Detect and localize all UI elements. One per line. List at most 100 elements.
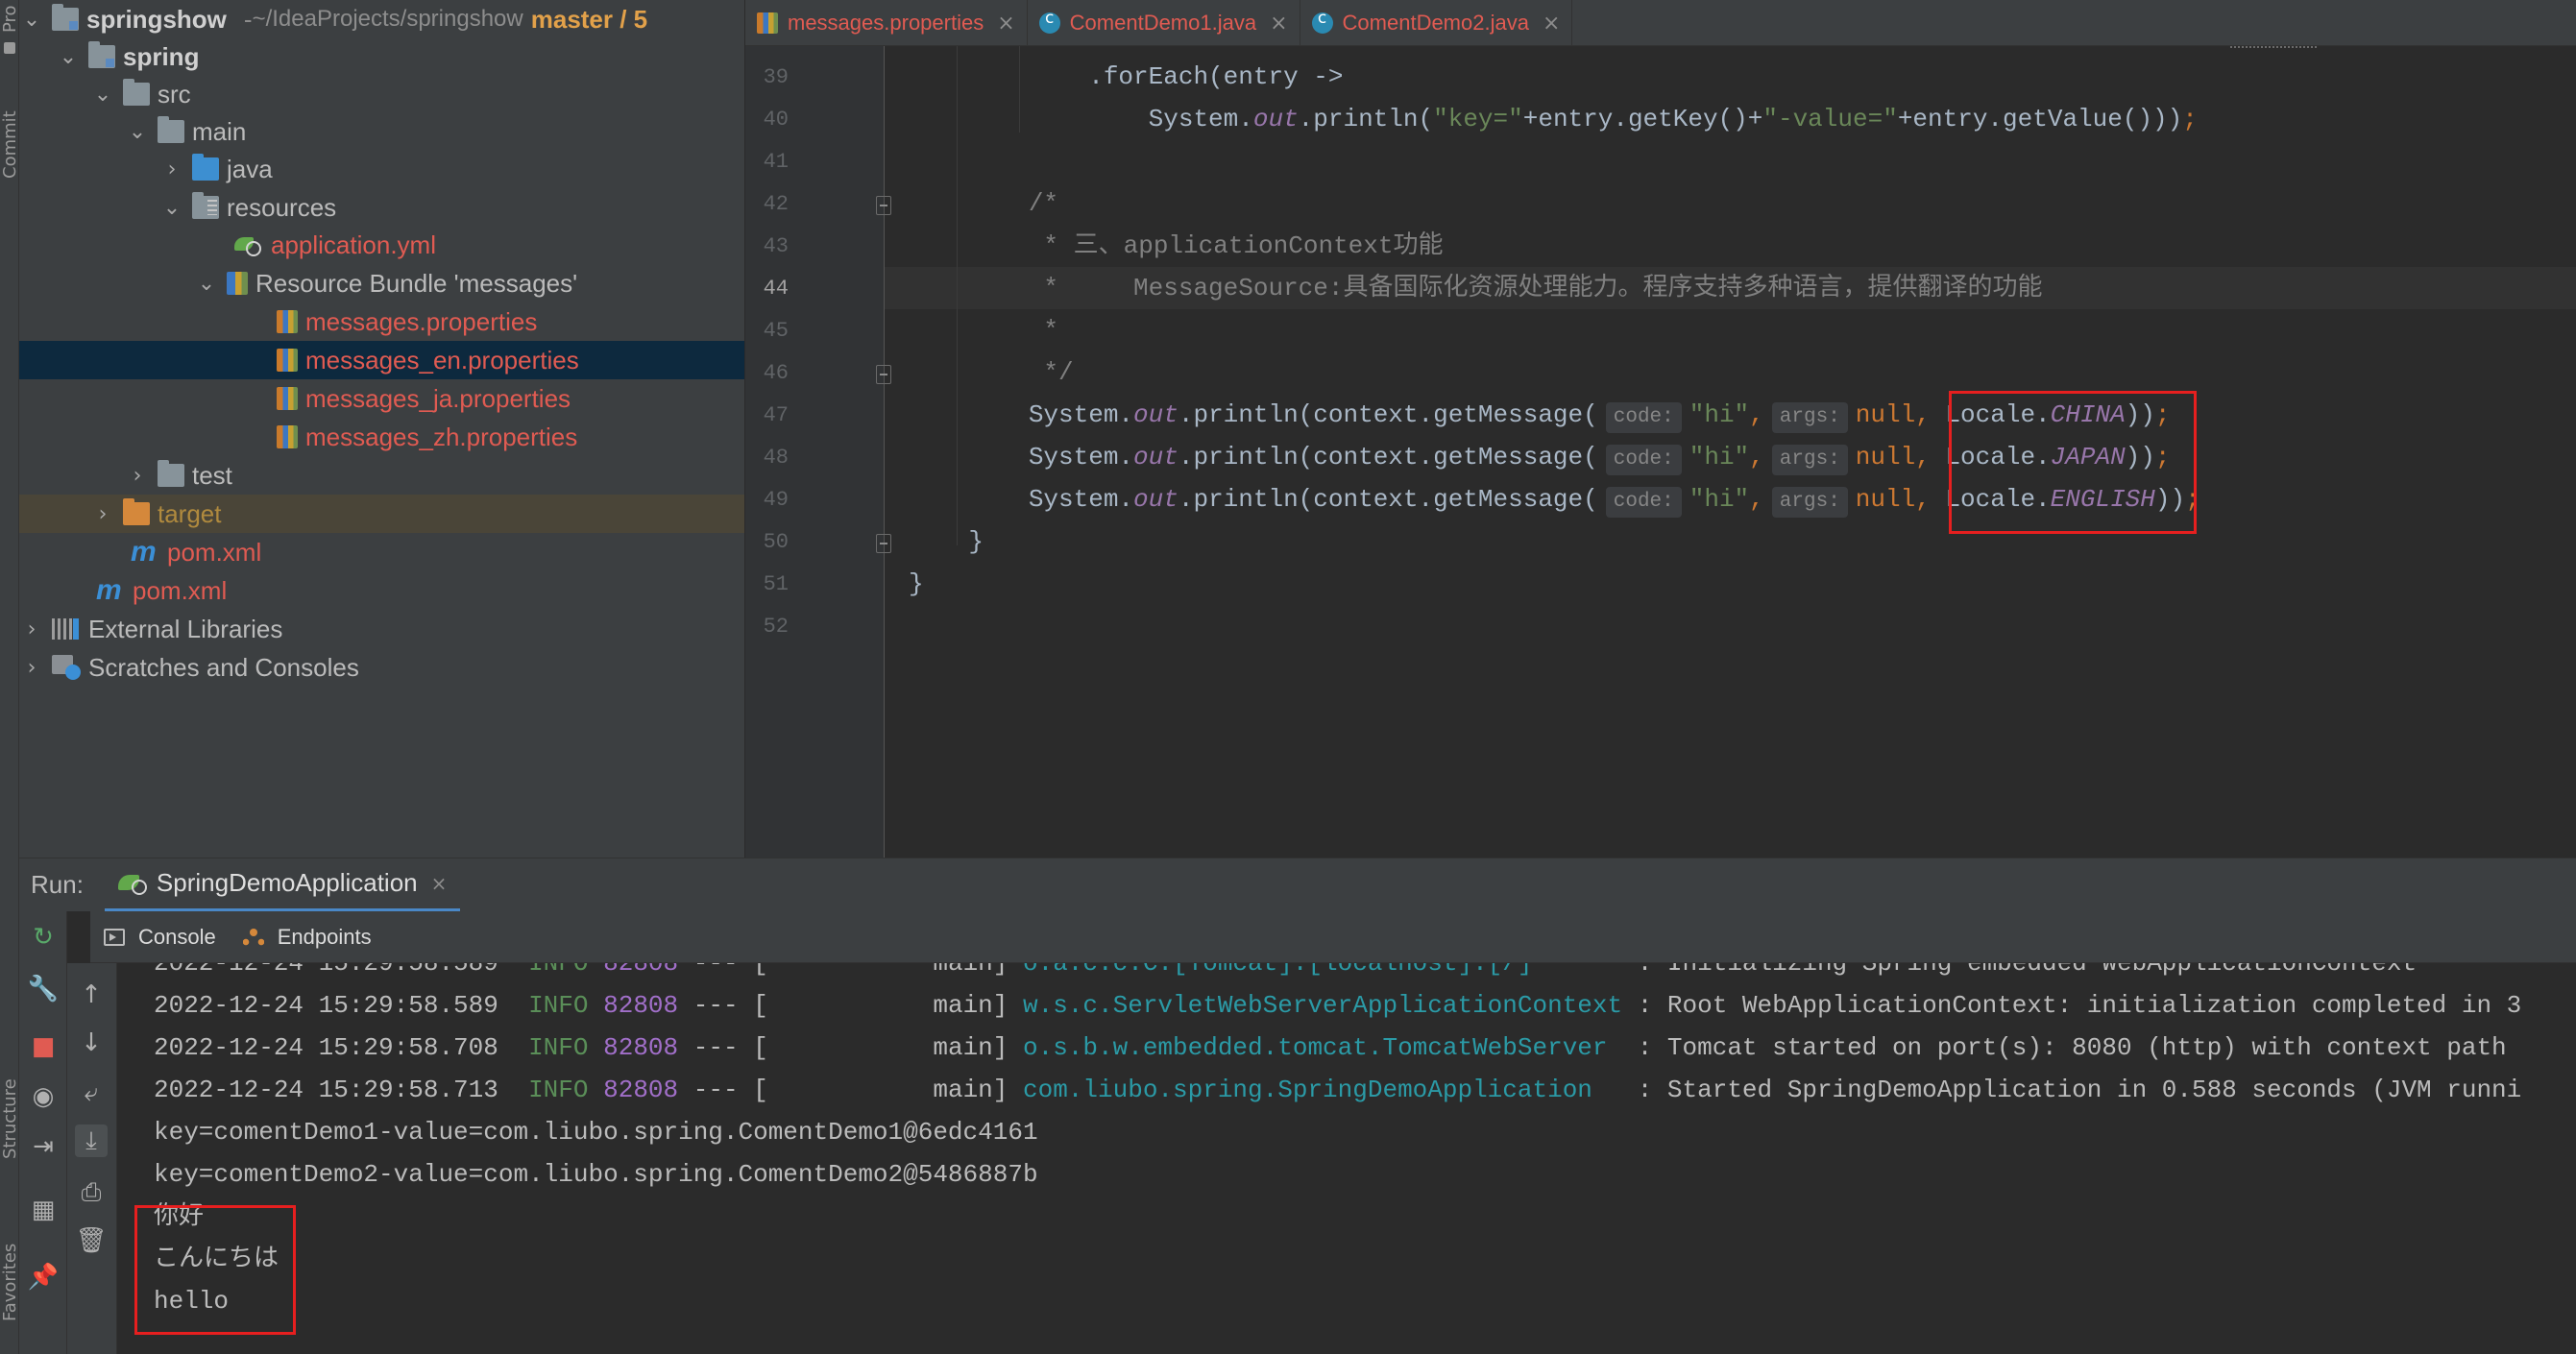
java-class-icon — [1038, 9, 1060, 34]
print-icon[interactable]: ⎙ — [75, 1176, 108, 1209]
line-number: 41 — [763, 150, 789, 174]
highlight-box-locale — [1949, 391, 2197, 534]
arrow-down-icon[interactable]: ↓ — [75, 1027, 108, 1059]
close-icon[interactable]: × — [431, 872, 448, 895]
rerun-icon[interactable]: ↻ — [27, 921, 60, 954]
tree-item-external-libraries[interactable]: › External Libraries — [19, 610, 744, 648]
console-log-line: 2022-12-24 15:29:58.589 INFO 82808 --- [… — [154, 963, 2417, 984]
log-thread: main] — [767, 1033, 1009, 1062]
folder-icon — [123, 79, 150, 106]
tree-item-scratches[interactable]: › Scratches and Consoles — [19, 648, 744, 687]
close-icon[interactable]: × — [997, 12, 1014, 36]
stop-icon[interactable]: ■ — [27, 1030, 60, 1063]
console-log-line: 2022-12-24 15:29:58.708 INFO 82808 --- [… — [154, 1027, 2507, 1069]
tree-item-label: messages.properties — [305, 306, 538, 336]
console-output[interactable]: 2022-12-24 15:29:58.589 INFO 82808 --- [… — [117, 963, 2576, 1354]
fold-marker-icon[interactable] — [876, 534, 891, 553]
tree-item-pom-xml-root[interactable]: m pom.xml — [19, 571, 744, 610]
code-token: .println(context.getMessage( — [1178, 443, 1598, 471]
code-token-string: "-value=" — [1762, 105, 1898, 133]
chevron-right-icon[interactable]: › — [19, 648, 44, 687]
code-editor[interactable]: 39 40 41 42 43 44 45 46 47 48 49 50 51 5… — [745, 46, 2576, 858]
tree-item-src[interactable]: ⌄ src — [19, 75, 744, 113]
code-area[interactable]: .forEach(entry -> System.out.println("ke… — [909, 46, 2576, 858]
favorites-tool-window-label[interactable]: Favorites — [0, 1210, 20, 1354]
spring-yml-icon — [234, 233, 263, 256]
close-icon[interactable]: × — [1270, 12, 1287, 36]
chevron-down-icon[interactable]: ⌄ — [159, 188, 184, 227]
log-separator: --- [ — [693, 1033, 768, 1062]
arrow-up-icon[interactable]: ↑ — [75, 979, 108, 1011]
tree-item-messages-en-properties[interactable]: messages_en.properties — [19, 341, 744, 379]
code-line-44: * MessageSource:具备国际化资源处理能力。程序支持多种语言，提供翻… — [909, 274, 2043, 302]
chevron-right-icon[interactable]: › — [19, 610, 44, 648]
properties-file-icon — [757, 12, 778, 34]
soft-wrap-icon[interactable]: ⤶ — [75, 1076, 108, 1109]
tree-item-application-yml[interactable]: application.yml — [19, 226, 744, 264]
tree-item-pom-xml-module[interactable]: m pom.xml — [19, 533, 744, 571]
tab-endpoints[interactable]: Endpoints — [230, 911, 385, 963]
chevron-down-icon[interactable]: ⌄ — [19, 0, 44, 38]
project-tool-icon[interactable] — [4, 42, 15, 54]
tree-item-springshow[interactable]: ⌄ springshow - ~/IdeaProjects/springshow… — [19, 0, 744, 38]
chevron-down-icon[interactable]: ⌄ — [125, 112, 150, 151]
spring-boot-app-icon — [117, 872, 147, 895]
fold-marker-icon[interactable] — [876, 365, 891, 384]
code-line-43: * 三、applicationContext功能 — [909, 231, 1444, 260]
tree-item-label: src — [158, 79, 191, 109]
properties-file-icon — [277, 349, 298, 372]
tree-item-resource-bundle[interactable]: ⌄ Resource Bundle 'messages' — [19, 264, 744, 302]
camera-icon[interactable]: ◉ — [27, 1080, 60, 1113]
wrench-icon[interactable]: 🔧 — [27, 973, 60, 1005]
log-level: INFO — [528, 963, 589, 978]
chevron-down-icon[interactable]: ⌄ — [194, 264, 219, 302]
libraries-icon — [52, 618, 81, 640]
code-token-keyword: , — [1749, 443, 1764, 471]
log-message: : Root WebApplicationContext: initializa… — [1622, 991, 2522, 1020]
tree-item-resources[interactable]: ⌄ resources — [19, 188, 744, 227]
scroll-to-end-icon[interactable]: ⤓ — [75, 1124, 108, 1157]
code-token-static: out — [1133, 485, 1179, 514]
code-token-keyword: , — [1915, 443, 1931, 471]
tab-comentdemo1[interactable]: ComentDemo1.java × — [1028, 0, 1300, 46]
parameter-hint: code: — [1605, 487, 1682, 518]
code-line-46: */ — [909, 358, 1074, 387]
maven-icon: m — [131, 536, 157, 568]
code-token-keyword: null — [1855, 485, 1916, 514]
source-folder-icon — [192, 154, 219, 181]
structure-tool-window-label[interactable]: Structure — [0, 1047, 20, 1191]
chevron-right-icon[interactable]: › — [90, 495, 115, 533]
console-log-line: 2022-12-24 15:29:58.713 INFO 82808 --- [… — [154, 1069, 2521, 1111]
chevron-right-icon[interactable]: › — [159, 150, 184, 188]
line-number: 42 — [763, 192, 789, 216]
run-label: Run: — [31, 870, 84, 899]
chevron-down-icon[interactable]: ⌄ — [56, 37, 81, 76]
tab-console[interactable]: Console — [90, 911, 230, 963]
chevron-right-icon[interactable]: › — [125, 456, 150, 495]
close-icon[interactable]: × — [1543, 12, 1560, 36]
tree-item-main[interactable]: ⌄ main — [19, 112, 744, 151]
tree-item-java[interactable]: › java — [19, 150, 744, 188]
tab-comentdemo2[interactable]: ComentDemo2.java × — [1300, 0, 1573, 46]
tab-messages-properties[interactable]: messages.properties × — [745, 0, 1028, 46]
tree-item-messages-ja-properties[interactable]: messages_ja.properties — [19, 379, 744, 418]
tree-item-test[interactable]: › test — [19, 456, 744, 495]
console-line: key=comentDemo2-value=com.liubo.spring.C… — [154, 1160, 1038, 1189]
tree-item-spring[interactable]: ⌄ spring — [19, 37, 744, 76]
exit-icon[interactable]: ⇥ — [27, 1130, 60, 1163]
code-token-static: out — [1133, 400, 1179, 429]
chevron-down-icon[interactable]: ⌄ — [90, 75, 115, 113]
tree-item-messages-properties[interactable]: messages.properties — [19, 302, 744, 341]
project-tool-window-label[interactable]: Pro — [0, 0, 20, 38]
tree-item-label: messages_ja.properties — [305, 383, 571, 413]
layout-icon[interactable]: ▦ — [27, 1194, 60, 1226]
pin-icon[interactable]: 📌 — [27, 1261, 60, 1294]
commit-tool-window-label[interactable]: Commit — [0, 92, 20, 198]
tree-item-messages-zh-properties[interactable]: messages_zh.properties — [19, 418, 744, 456]
tree-item-target[interactable]: › target — [19, 495, 744, 533]
trash-icon[interactable]: 🗑 — [75, 1224, 108, 1257]
run-config-tab[interactable]: SpringDemoApplication × — [104, 858, 461, 912]
log-timestamp: 2022-12-24 15:29:58.708 — [154, 1033, 498, 1062]
fold-marker-icon[interactable] — [876, 196, 891, 215]
java-class-icon — [1311, 9, 1333, 34]
